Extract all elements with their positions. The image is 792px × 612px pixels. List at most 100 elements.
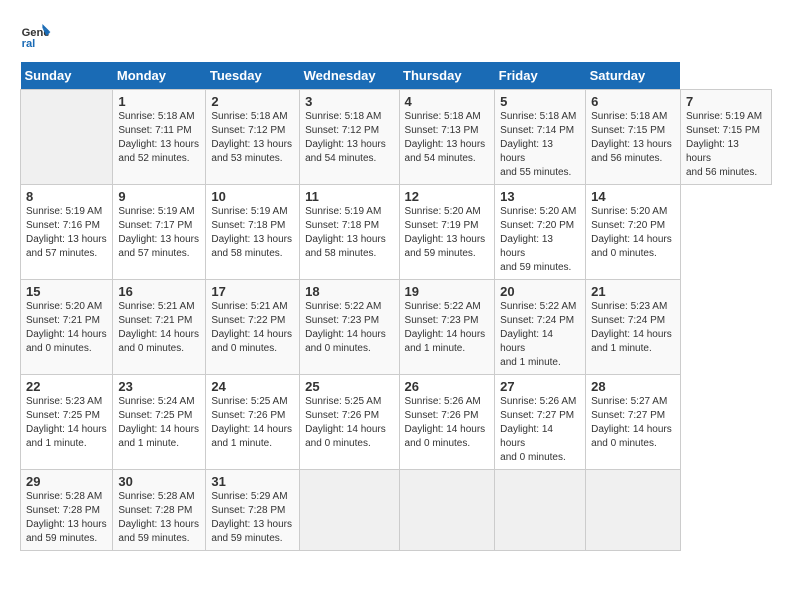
calendar-cell: 30Sunrise: 5:28 AMSunset: 7:28 PMDayligh… <box>113 470 206 551</box>
calendar-cell: 9Sunrise: 5:19 AMSunset: 7:17 PMDaylight… <box>113 185 206 280</box>
calendar-cell: 29Sunrise: 5:28 AMSunset: 7:28 PMDayligh… <box>21 470 113 551</box>
day-number: 16 <box>118 284 200 299</box>
header-cell-tuesday: Tuesday <box>206 62 300 90</box>
calendar-cell: 10Sunrise: 5:19 AMSunset: 7:18 PMDayligh… <box>206 185 300 280</box>
day-info: Sunrise: 5:20 AMSunset: 7:20 PMDaylight:… <box>591 205 675 261</box>
calendar-cell: 27Sunrise: 5:26 AMSunset: 7:27 PMDayligh… <box>495 375 586 470</box>
calendar-cell: 16Sunrise: 5:21 AMSunset: 7:21 PMDayligh… <box>113 280 206 375</box>
day-info: Sunrise: 5:26 AMSunset: 7:26 PMDaylight:… <box>405 395 490 451</box>
day-info: Sunrise: 5:23 AMSunset: 7:24 PMDaylight:… <box>591 300 675 356</box>
day-info: Sunrise: 5:29 AMSunset: 7:28 PMDaylight:… <box>211 490 294 546</box>
day-number: 1 <box>118 94 200 109</box>
calendar-cell: 18Sunrise: 5:22 AMSunset: 7:23 PMDayligh… <box>300 280 399 375</box>
day-number: 27 <box>500 379 580 394</box>
header-cell-wednesday: Wednesday <box>300 62 399 90</box>
day-number: 25 <box>305 379 393 394</box>
day-number: 29 <box>26 474 107 489</box>
calendar-cell: 1Sunrise: 5:18 AMSunset: 7:11 PMDaylight… <box>113 90 206 185</box>
header-cell-saturday: Saturday <box>586 62 681 90</box>
calendar-cell: 11Sunrise: 5:19 AMSunset: 7:18 PMDayligh… <box>300 185 399 280</box>
calendar-cell: 3Sunrise: 5:18 AMSunset: 7:12 PMDaylight… <box>300 90 399 185</box>
calendar-cell: 24Sunrise: 5:25 AMSunset: 7:26 PMDayligh… <box>206 375 300 470</box>
day-number: 2 <box>211 94 294 109</box>
calendar-cell: 23Sunrise: 5:24 AMSunset: 7:25 PMDayligh… <box>113 375 206 470</box>
day-number: 14 <box>591 189 675 204</box>
day-info: Sunrise: 5:21 AMSunset: 7:22 PMDaylight:… <box>211 300 294 356</box>
calendar-cell: 19Sunrise: 5:22 AMSunset: 7:23 PMDayligh… <box>399 280 495 375</box>
day-number: 8 <box>26 189 107 204</box>
day-number: 5 <box>500 94 580 109</box>
day-info: Sunrise: 5:19 AMSunset: 7:17 PMDaylight:… <box>118 205 200 261</box>
day-number: 18 <box>305 284 393 299</box>
day-info: Sunrise: 5:21 AMSunset: 7:21 PMDaylight:… <box>118 300 200 356</box>
calendar-cell: 2Sunrise: 5:18 AMSunset: 7:12 PMDaylight… <box>206 90 300 185</box>
day-number: 19 <box>405 284 490 299</box>
day-info: Sunrise: 5:18 AMSunset: 7:11 PMDaylight:… <box>118 110 200 166</box>
day-info: Sunrise: 5:20 AMSunset: 7:20 PMDaylight:… <box>500 205 580 275</box>
day-number: 24 <box>211 379 294 394</box>
week-row-5: 29Sunrise: 5:28 AMSunset: 7:28 PMDayligh… <box>21 470 772 551</box>
day-info: Sunrise: 5:26 AMSunset: 7:27 PMDaylight:… <box>500 395 580 465</box>
day-info: Sunrise: 5:22 AMSunset: 7:23 PMDaylight:… <box>305 300 393 356</box>
calendar-cell: 4Sunrise: 5:18 AMSunset: 7:13 PMDaylight… <box>399 90 495 185</box>
calendar-cell: 20Sunrise: 5:22 AMSunset: 7:24 PMDayligh… <box>495 280 586 375</box>
day-number: 7 <box>686 94 766 109</box>
calendar-cell <box>399 470 495 551</box>
calendar-cell: 5Sunrise: 5:18 AMSunset: 7:14 PMDaylight… <box>495 90 586 185</box>
day-number: 20 <box>500 284 580 299</box>
day-info: Sunrise: 5:25 AMSunset: 7:26 PMDaylight:… <box>211 395 294 451</box>
calendar-cell: 7Sunrise: 5:19 AMSunset: 7:15 PMDaylight… <box>680 90 771 185</box>
day-info: Sunrise: 5:18 AMSunset: 7:14 PMDaylight:… <box>500 110 580 180</box>
header-cell-monday: Monday <box>113 62 206 90</box>
calendar-cell <box>495 470 586 551</box>
day-number: 21 <box>591 284 675 299</box>
day-number: 9 <box>118 189 200 204</box>
day-number: 30 <box>118 474 200 489</box>
calendar-header-row: SundayMondayTuesdayWednesdayThursdayFrid… <box>21 62 772 90</box>
logo: Gene ral <box>20 20 58 52</box>
day-number: 4 <box>405 94 490 109</box>
day-number: 3 <box>305 94 393 109</box>
calendar-cell <box>300 470 399 551</box>
day-info: Sunrise: 5:19 AMSunset: 7:18 PMDaylight:… <box>211 205 294 261</box>
day-info: Sunrise: 5:24 AMSunset: 7:25 PMDaylight:… <box>118 395 200 451</box>
day-number: 11 <box>305 189 393 204</box>
day-number: 23 <box>118 379 200 394</box>
week-row-1: 1Sunrise: 5:18 AMSunset: 7:11 PMDaylight… <box>21 90 772 185</box>
calendar-cell: 26Sunrise: 5:26 AMSunset: 7:26 PMDayligh… <box>399 375 495 470</box>
day-info: Sunrise: 5:18 AMSunset: 7:12 PMDaylight:… <box>305 110 393 166</box>
logo-icon: Gene ral <box>20 20 52 52</box>
day-info: Sunrise: 5:28 AMSunset: 7:28 PMDaylight:… <box>26 490 107 546</box>
calendar-cell: 6Sunrise: 5:18 AMSunset: 7:15 PMDaylight… <box>586 90 681 185</box>
day-info: Sunrise: 5:18 AMSunset: 7:15 PMDaylight:… <box>591 110 675 166</box>
header-cell-sunday: Sunday <box>21 62 113 90</box>
day-info: Sunrise: 5:22 AMSunset: 7:24 PMDaylight:… <box>500 300 580 370</box>
calendar-cell: 13Sunrise: 5:20 AMSunset: 7:20 PMDayligh… <box>495 185 586 280</box>
calendar-cell: 14Sunrise: 5:20 AMSunset: 7:20 PMDayligh… <box>586 185 681 280</box>
day-info: Sunrise: 5:23 AMSunset: 7:25 PMDaylight:… <box>26 395 107 451</box>
day-info: Sunrise: 5:25 AMSunset: 7:26 PMDaylight:… <box>305 395 393 451</box>
day-info: Sunrise: 5:20 AMSunset: 7:19 PMDaylight:… <box>405 205 490 261</box>
calendar-cell: 15Sunrise: 5:20 AMSunset: 7:21 PMDayligh… <box>21 280 113 375</box>
page-header: Gene ral <box>20 20 772 52</box>
day-number: 6 <box>591 94 675 109</box>
day-info: Sunrise: 5:19 AMSunset: 7:15 PMDaylight:… <box>686 110 766 180</box>
day-info: Sunrise: 5:19 AMSunset: 7:16 PMDaylight:… <box>26 205 107 261</box>
day-number: 15 <box>26 284 107 299</box>
calendar-cell: 22Sunrise: 5:23 AMSunset: 7:25 PMDayligh… <box>21 375 113 470</box>
day-info: Sunrise: 5:19 AMSunset: 7:18 PMDaylight:… <box>305 205 393 261</box>
calendar-cell: 21Sunrise: 5:23 AMSunset: 7:24 PMDayligh… <box>586 280 681 375</box>
calendar-cell <box>21 90 113 185</box>
day-number: 12 <box>405 189 490 204</box>
week-row-4: 22Sunrise: 5:23 AMSunset: 7:25 PMDayligh… <box>21 375 772 470</box>
day-number: 10 <box>211 189 294 204</box>
day-number: 13 <box>500 189 580 204</box>
calendar-cell <box>586 470 681 551</box>
day-info: Sunrise: 5:18 AMSunset: 7:12 PMDaylight:… <box>211 110 294 166</box>
week-row-2: 8Sunrise: 5:19 AMSunset: 7:16 PMDaylight… <box>21 185 772 280</box>
calendar-body: 1Sunrise: 5:18 AMSunset: 7:11 PMDaylight… <box>21 90 772 551</box>
calendar-cell: 31Sunrise: 5:29 AMSunset: 7:28 PMDayligh… <box>206 470 300 551</box>
day-number: 26 <box>405 379 490 394</box>
day-info: Sunrise: 5:18 AMSunset: 7:13 PMDaylight:… <box>405 110 490 166</box>
day-number: 28 <box>591 379 675 394</box>
